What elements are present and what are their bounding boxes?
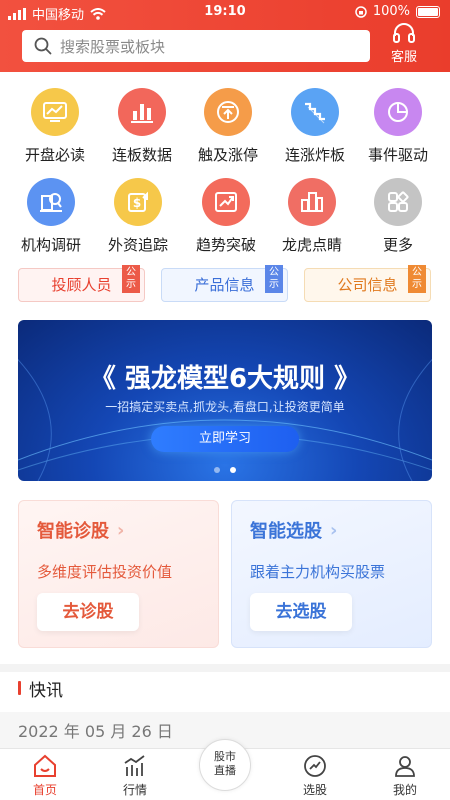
tag-label: 投顾人员: [51, 276, 112, 294]
go-diagnose-button[interactable]: 去诊股: [37, 593, 139, 631]
bottom-tab-bar: 首页 行情 股市 直播 选股 我的: [0, 739, 450, 800]
app-header: 中国移动 19:10 100% 搜索股票或板块 客服: [0, 0, 450, 72]
tab-label: 我的: [392, 783, 417, 797]
tag-label: 产品信息: [194, 276, 255, 294]
more-grid-icon: [374, 178, 422, 226]
tab-label: 首页: [32, 783, 57, 797]
chevron-right-icon: ›: [117, 519, 125, 541]
stock-pick-icon: [304, 755, 326, 777]
tag-product-info[interactable]: 产品信息 公示: [161, 265, 288, 302]
card-title: 智能选股: [250, 521, 322, 542]
live-label-line-2: 直播: [214, 764, 236, 777]
grid-item-more[interactable]: 更多: [353, 178, 443, 255]
public-notice-badge: 公示: [265, 265, 283, 293]
card-smart-diagnosis[interactable]: 智能诊股 › 多维度评估投资价值 去诊股: [18, 500, 219, 648]
tab-home[interactable]: 首页: [0, 753, 90, 798]
grid-item-label: 趋势突破: [195, 236, 256, 254]
public-notice-badge: 公示: [122, 265, 140, 293]
dollar-icon: $: [114, 178, 162, 226]
search-placeholder: 搜索股票或板块: [60, 37, 166, 56]
buildings-icon: [288, 178, 336, 226]
customer-service-button[interactable]: 客服: [384, 22, 424, 68]
tab-label: 行情: [122, 783, 147, 797]
status-bar: 中国移动 19:10 100%: [0, 0, 450, 24]
live-label-line-1: 股市: [214, 750, 236, 763]
headset-icon: [393, 23, 415, 43]
grid-item-label: 开盘必读: [24, 146, 85, 164]
battery-icon: [416, 5, 440, 18]
go-select-button[interactable]: 去选股: [250, 593, 352, 631]
tab-market[interactable]: 行情: [90, 753, 180, 798]
card-desc: 多维度评估投资价值: [37, 563, 173, 581]
grid-item-label: 龙虎点睛: [281, 236, 342, 254]
home-icon: [34, 754, 56, 777]
search-icon: [34, 37, 52, 55]
customer-service-label: 客服: [390, 50, 417, 65]
grid-item-dragon-tiger[interactable]: 龙虎点睛: [267, 178, 357, 255]
tab-stock-pick[interactable]: 选股: [270, 753, 360, 798]
grid-item-foreign-capital[interactable]: $ 外资追踪: [93, 178, 183, 255]
card-smart-selection[interactable]: 智能选股 › 跟着主力机构买股票 去选股: [231, 500, 432, 648]
grid-item-opening-brief[interactable]: 开盘必读: [10, 88, 100, 165]
card-desc: 跟着主力机构买股票: [250, 563, 386, 581]
promo-banner[interactable]: 《 强龙模型6大规则 》 一招搞定买卖点,抓龙头,看盘口,让投资更简单 立即学习: [18, 320, 432, 481]
grid-item-consecutive-limit[interactable]: 连板数据: [97, 88, 187, 165]
public-notice-badge: 公示: [408, 265, 426, 293]
limit-up-icon: [204, 88, 252, 136]
grid-item-label: 触及涨停: [197, 146, 258, 164]
tag-label: 公司信息: [337, 276, 398, 294]
grid-item-label: 更多: [382, 236, 413, 254]
trend-icon: [202, 178, 250, 226]
battery-percent: 100%: [372, 4, 410, 19]
svg-text:$: $: [133, 196, 141, 210]
grid-item-touch-limit-up[interactable]: 触及涨停: [183, 88, 273, 165]
tab-mine[interactable]: 我的: [360, 753, 450, 798]
card-title: 智能诊股: [37, 521, 109, 542]
news-header: 快讯: [18, 678, 63, 701]
chevron-right-icon: ›: [330, 519, 338, 541]
news-title: 快讯: [29, 680, 63, 701]
grid-item-label: 机构调研: [20, 236, 81, 254]
research-icon: [27, 178, 75, 226]
tag-company-info[interactable]: 公司信息 公示: [304, 265, 431, 302]
grid-item-label: 连涨炸板: [284, 146, 345, 164]
section-marker: [18, 681, 21, 695]
carousel-indicator: [18, 467, 432, 473]
market-icon: [124, 755, 145, 776]
section-divider: [0, 664, 450, 672]
grid-item-label: 事件驱动: [367, 146, 428, 164]
grid-item-trend-breakout[interactable]: 趋势突破: [181, 178, 271, 255]
carousel-dot[interactable]: [214, 467, 220, 473]
bar-chart-icon: [118, 88, 166, 136]
banner-title: 《 强龙模型6大规则 》: [89, 364, 361, 394]
tag-advisors[interactable]: 投顾人员 公示: [18, 265, 145, 302]
staircase-icon: [291, 88, 339, 136]
carousel-dot-active[interactable]: [230, 467, 236, 473]
user-icon: [395, 756, 415, 777]
grid-item-event-driven[interactable]: 事件驱动: [353, 88, 443, 165]
learn-now-button[interactable]: 立即学习: [151, 426, 299, 452]
grid-item-label: 外资追踪: [107, 236, 168, 254]
grid-item-label: 连板数据: [111, 146, 172, 164]
chart-screen-icon: [31, 88, 79, 136]
search-bar[interactable]: 搜索股票或板块: [22, 30, 370, 62]
orientation-lock-icon: [355, 5, 367, 18]
banner-subtitle: 一招搞定买卖点,抓龙头,看盘口,让投资更简单: [105, 400, 345, 414]
grid-item-consecutive-rise[interactable]: 连涨炸板: [270, 88, 360, 165]
tab-label: 选股: [302, 783, 327, 797]
tab-live[interactable]: 股市 直播: [199, 739, 251, 791]
pie-icon: [374, 88, 422, 136]
grid-item-institution-research[interactable]: 机构调研: [6, 178, 96, 255]
